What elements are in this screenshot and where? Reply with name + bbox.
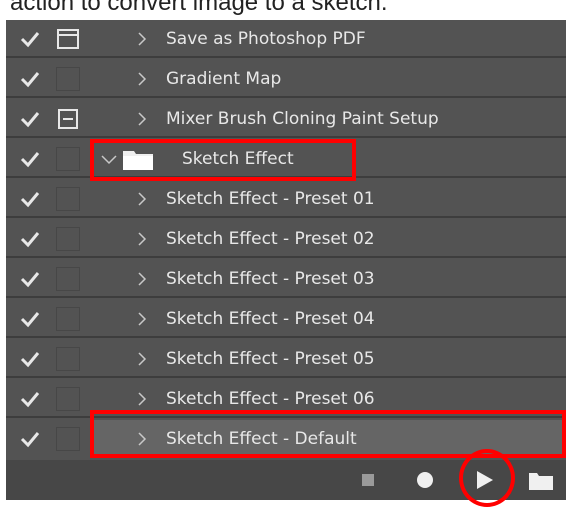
dialog-toggle-empty[interactable] (56, 267, 80, 291)
dialog-window-icon[interactable] (56, 27, 80, 51)
chevron-right-icon[interactable] (136, 31, 148, 47)
action-label: Sketch Effect - Preset 04 (166, 309, 375, 329)
action-row-gradient-map[interactable]: Gradient Map (6, 60, 566, 98)
action-label: Sketch Effect - Preset 01 (166, 189, 375, 209)
dialog-toggle-empty[interactable] (56, 427, 80, 451)
action-row-preset-06[interactable]: Sketch Effect - Preset 06 (6, 380, 566, 418)
chevron-right-icon[interactable] (136, 351, 148, 367)
action-label: Sketch Effect - Preset 03 (166, 269, 375, 289)
action-label: Sketch Effect - Preset 06 (166, 389, 375, 409)
check-icon[interactable] (20, 310, 40, 328)
dialog-toggle-empty[interactable] (56, 187, 80, 211)
dialog-toggle-empty[interactable] (56, 347, 80, 371)
action-row-save-as-photoshop-pdf[interactable]: Save as Photoshop PDF (6, 20, 566, 58)
chevron-right-icon[interactable] (136, 191, 148, 207)
action-label: Gradient Map (166, 69, 282, 89)
check-icon[interactable] (20, 430, 40, 448)
record-icon[interactable] (416, 471, 434, 489)
dialog-toggle-empty[interactable] (56, 67, 80, 91)
check-icon[interactable] (20, 350, 40, 368)
dialog-toggle-empty[interactable] (56, 307, 80, 331)
action-set-label: Sketch Effect (182, 149, 294, 169)
chevron-right-icon[interactable] (136, 231, 148, 247)
action-row-preset-03[interactable]: Sketch Effect - Preset 03 (6, 260, 566, 298)
action-row-default-selected[interactable]: Sketch Effect - Default (6, 420, 566, 458)
dialog-toggle-empty[interactable] (56, 387, 80, 411)
action-row-preset-02[interactable]: Sketch Effect - Preset 02 (6, 220, 566, 258)
check-icon[interactable] (20, 110, 40, 128)
action-label: Sketch Effect - Preset 02 (166, 229, 375, 249)
action-label: Sketch Effect - Default (166, 429, 357, 449)
selected-highlight[interactable]: Sketch Effect - Default (92, 420, 566, 458)
new-set-folder-icon[interactable] (528, 471, 554, 491)
action-row-preset-04[interactable]: Sketch Effect - Preset 04 (6, 300, 566, 338)
caption-text: action to convert image to a sketch. (10, 0, 388, 16)
play-icon[interactable] (476, 470, 494, 490)
action-row-preset-05[interactable]: Sketch Effect - Preset 05 (6, 340, 566, 378)
chevron-right-icon[interactable] (136, 271, 148, 287)
dialog-toggle-empty[interactable] (56, 227, 80, 251)
action-label: Sketch Effect - Preset 05 (166, 349, 375, 369)
check-icon[interactable] (20, 70, 40, 88)
chevron-right-icon[interactable] (136, 111, 148, 127)
action-label: Mixer Brush Cloning Paint Setup (166, 109, 439, 129)
action-set-sketch-effect[interactable]: Sketch Effect (6, 140, 566, 178)
check-icon[interactable] (20, 30, 40, 48)
check-icon[interactable] (20, 190, 40, 208)
chevron-right-icon[interactable] (136, 311, 148, 327)
chevron-right-icon[interactable] (136, 431, 148, 447)
action-label: Save as Photoshop PDF (166, 29, 366, 49)
check-icon[interactable] (20, 390, 40, 408)
chevron-right-icon[interactable] (136, 71, 148, 87)
check-icon[interactable] (20, 150, 40, 168)
action-row-preset-01[interactable]: Sketch Effect - Preset 01 (6, 180, 566, 218)
check-icon[interactable] (20, 230, 40, 248)
stop-icon[interactable] (362, 474, 374, 486)
dialog-list-icon[interactable] (56, 107, 80, 131)
action-row-mixer-brush[interactable]: Mixer Brush Cloning Paint Setup (6, 100, 566, 138)
chevron-down-icon[interactable] (100, 152, 118, 166)
chevron-right-icon[interactable] (136, 391, 148, 407)
actions-toolbar (6, 460, 566, 500)
folder-icon (123, 151, 153, 170)
check-icon[interactable] (20, 270, 40, 288)
dialog-toggle-empty[interactable] (56, 147, 80, 171)
actions-panel: Save as Photoshop PDF Gradient Map Mixer… (6, 20, 566, 507)
